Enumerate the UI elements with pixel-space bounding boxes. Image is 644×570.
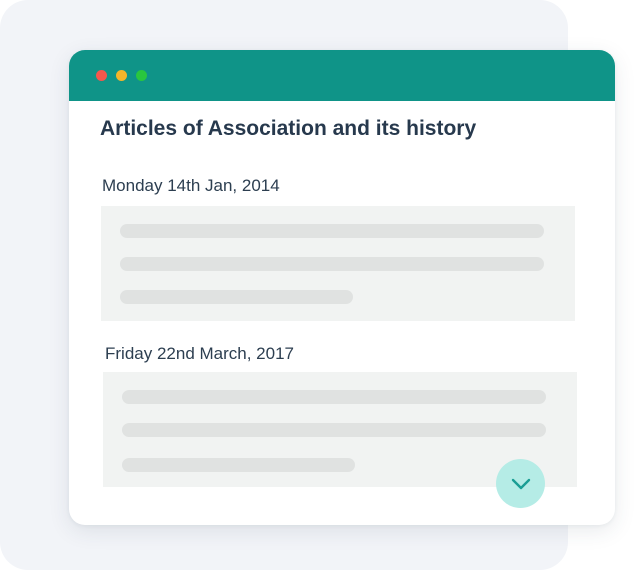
app-window: Articles of Association and its history …: [69, 50, 615, 525]
text-placeholder-line: [120, 290, 353, 304]
entry-content-card: [101, 206, 575, 321]
text-placeholder-line: [120, 257, 544, 271]
scroll-down-button[interactable]: [496, 459, 545, 508]
chevron-down-icon: [511, 478, 531, 490]
close-window-button[interactable]: [96, 70, 107, 81]
text-placeholder-line: [122, 390, 546, 404]
page-title: Articles of Association and its history: [100, 117, 477, 140]
text-placeholder-line: [122, 458, 355, 472]
maximize-window-button[interactable]: [136, 70, 147, 81]
entry-date: Friday 22nd March, 2017: [105, 344, 294, 363]
entry-date: Monday 14th Jan, 2014: [102, 176, 280, 195]
text-placeholder-line: [120, 224, 544, 238]
text-placeholder-line: [122, 423, 546, 437]
window-titlebar: [69, 50, 615, 101]
minimize-window-button[interactable]: [116, 70, 127, 81]
